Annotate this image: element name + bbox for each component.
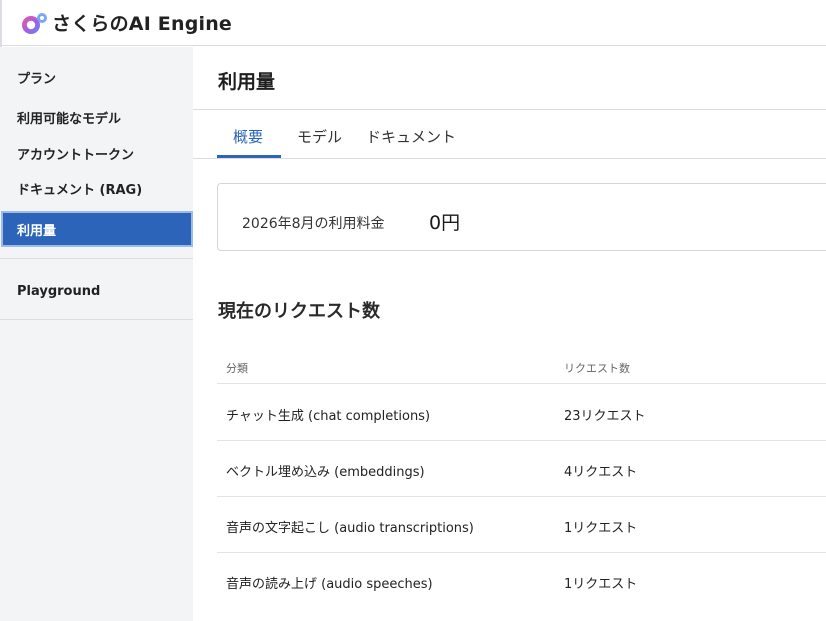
table-cell-request-count: 1リクエスト — [564, 577, 638, 592]
tab-documents[interactable]: ドキュメント — [366, 126, 456, 147]
usage-fee-label: 2026年8月の利用料金 — [242, 216, 385, 232]
table-row-divider — [217, 440, 826, 441]
sidebar-divider — [0, 319, 193, 320]
table-cell-category: チャット生成 (chat completions) — [226, 409, 431, 424]
tab-overview[interactable]: 概要 — [233, 126, 263, 147]
sidebar-divider — [0, 258, 193, 259]
logo-link[interactable]: さくらのAI Engine — [20, 9, 232, 36]
sidebar-item-label: 利用可能なモデル — [17, 111, 122, 127]
sidebar-item-account-tokens[interactable]: アカウントトークン — [0, 137, 193, 169]
table-row-divider — [217, 383, 826, 384]
table-cell-request-count: 1リクエスト — [564, 521, 638, 536]
sidebar-item-usage[interactable]: 利用量 — [1, 211, 193, 247]
request-count-title: 現在のリクエスト数 — [218, 301, 380, 322]
table-cell-category: 音声の読み上げ (audio speeches) — [226, 577, 433, 592]
title-divider — [193, 109, 826, 110]
sidebar-item-plan[interactable]: プラン — [0, 61, 193, 93]
tabs-divider — [193, 158, 826, 159]
main-content: 利用量 概要 モデル ドキュメント 2026年8月の利用料金 0円 現在のリクエ… — [193, 47, 826, 621]
sidebar-item-documents-rag[interactable]: ドキュメント (RAG) — [0, 172, 193, 204]
sidebar-item-label: 利用量 — [17, 223, 57, 239]
brand-name: さくらのAI Engine — [52, 13, 233, 35]
table-row-divider — [217, 496, 826, 497]
table-row-divider — [217, 552, 826, 553]
sidebar: プラン 利用可能なモデル アカウントトークン ドキュメント (RAG) 利用量 … — [0, 47, 193, 621]
sidebar-item-label: プラン — [17, 71, 57, 87]
sidebar-item-label: ドキュメント (RAG) — [17, 182, 143, 198]
app-header: さくらのAI Engine — [0, 0, 826, 46]
table-cell-category: 音声の文字起こし (audio transcriptions) — [226, 521, 474, 536]
sidebar-item-label: Playground — [17, 283, 101, 299]
column-header-request-count: リクエスト数 — [564, 362, 630, 375]
page-title: 利用量 — [218, 71, 276, 93]
sidebar-item-label: アカウントトークン — [17, 147, 135, 163]
table-cell-request-count: 23リクエスト — [564, 409, 646, 424]
sidebar-item-available-models[interactable]: 利用可能なモデル — [0, 101, 193, 133]
table-cell-request-count: 4リクエスト — [564, 465, 638, 480]
tab-models[interactable]: モデル — [297, 126, 342, 147]
usage-fee-card: 2026年8月の利用料金 0円 — [217, 183, 826, 251]
usage-fee-value: 0円 — [429, 212, 461, 234]
column-header-category: 分類 — [226, 362, 248, 375]
sidebar-item-playground[interactable]: Playground — [0, 275, 193, 307]
sakura-ai-engine-logo-icon — [22, 12, 47, 34]
table-cell-category: ベクトル埋め込み (embeddings) — [226, 465, 425, 480]
